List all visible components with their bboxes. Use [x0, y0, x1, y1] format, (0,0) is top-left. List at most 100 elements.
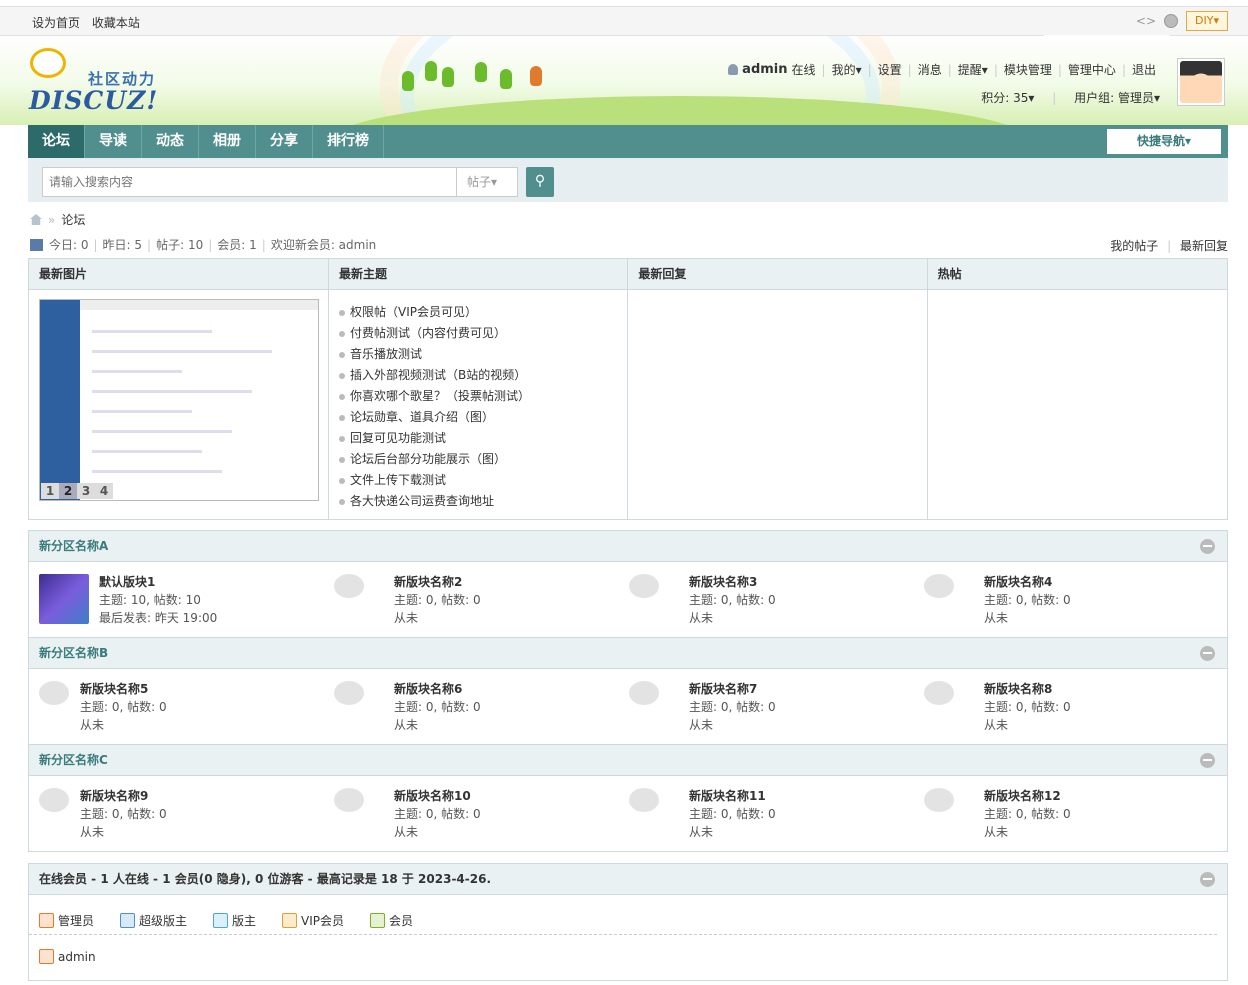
forum-name[interactable]: 新版块名称11 — [689, 787, 914, 805]
forum-name[interactable]: 新版块名称9 — [80, 787, 324, 805]
pager-1[interactable]: 1 — [41, 483, 59, 499]
nav-forum[interactable]: 论坛 — [28, 125, 85, 158]
diy-button[interactable]: DIY▾ — [1186, 11, 1228, 31]
nav-feed[interactable]: 动态 — [142, 125, 199, 158]
category-name[interactable]: 新分区名称A — [39, 539, 108, 553]
username-link[interactable]: admin — [742, 62, 787, 77]
my-menu[interactable]: 我的▾ — [832, 61, 862, 78]
forum-item[interactable]: 新版块名称6 主题: 0, 帖数: 0 从未 — [324, 669, 619, 744]
forum-item[interactable]: 新版块名称7 主题: 0, 帖数: 0 从未 — [619, 669, 914, 744]
forum-item[interactable]: 新版块名称3 主题: 0, 帖数: 0 从未 — [619, 562, 914, 637]
search-button[interactable]: ⚲ — [526, 167, 554, 197]
topic-link[interactable]: 论坛勋章、道具介绍（图） — [339, 407, 627, 428]
forum-last-post: 从未 — [394, 718, 419, 732]
logo-brand[interactable]: DISCUZ! — [29, 86, 158, 115]
topic-link[interactable]: 付费帖测试（内容付费可见） — [339, 323, 627, 344]
avatar[interactable] — [1177, 58, 1225, 106]
search-input[interactable] — [42, 167, 456, 197]
quick-nav-button[interactable]: 快捷导航▾ — [1107, 129, 1221, 154]
forum-name[interactable]: 默认版块1 — [99, 573, 324, 591]
latest-replies-link[interactable]: 最新回复 — [1180, 239, 1228, 253]
online-title[interactable]: 在线会员 - 1 人在线 - 1 会员(0 隐身), 0 位游客 - 最高记录是… — [29, 864, 1227, 895]
forum-last-post: 从未 — [689, 825, 714, 839]
nav-guide[interactable]: 导读 — [85, 125, 142, 158]
forum-name[interactable]: 新版块名称2 — [394, 573, 619, 591]
topic-link[interactable]: 论坛后台部分功能展示（图） — [339, 449, 627, 470]
forum-item[interactable]: 默认版块1 主题: 10, 帖数: 10 最后发表: 昨天 19:00 — [29, 562, 324, 637]
forum-item[interactable]: 新版块名称9 主题: 0, 帖数: 0 从未 — [29, 776, 324, 851]
breadcrumb-current[interactable]: 论坛 — [61, 211, 85, 228]
home-icon[interactable] — [30, 214, 42, 225]
online-user[interactable]: admin — [58, 950, 96, 964]
thumb-line — [92, 350, 272, 353]
category-b: 新分区名称B 新版块名称5 主题: 0, 帖数: 0 从未 新版块名称6 主题:… — [28, 637, 1228, 745]
stat-newest-member[interactable]: 欢迎新会员: admin — [271, 236, 376, 253]
settings-link[interactable]: 设置 — [878, 61, 902, 78]
collapse-icon[interactable] — [1200, 872, 1215, 887]
category-name[interactable]: 新分区名称C — [39, 753, 108, 767]
portal-boxes: 最新图片 1 2 3 4 最新主题 权限帖（VIP会员可见） 付费帖测试（内容付… — [28, 258, 1228, 520]
my-posts-link[interactable]: 我的帖子 — [1110, 239, 1158, 253]
palette-icon[interactable] — [1164, 14, 1179, 28]
pager-3[interactable]: 3 — [77, 483, 95, 499]
forum-row: 默认版块1 主题: 10, 帖数: 10 最后发表: 昨天 19:00 新版块名… — [29, 562, 1227, 637]
topic-link[interactable]: 权限帖（VIP会员可见） — [339, 302, 627, 323]
collapse-icon[interactable] — [1200, 753, 1215, 768]
forum-name[interactable]: 新版块名称8 — [984, 680, 1209, 698]
search-type-select[interactable]: 帖子▾ — [456, 167, 518, 197]
module-admin-link[interactable]: 模块管理 — [1004, 61, 1052, 78]
tree-icon — [425, 61, 437, 81]
messages-link[interactable]: 消息 — [918, 61, 942, 78]
topic-link[interactable]: 文件上传下载测试 — [339, 470, 627, 491]
topic-link[interactable]: 插入外部视频测试（B站的视频） — [339, 365, 627, 386]
topic-link[interactable]: 音乐播放测试 — [339, 344, 627, 365]
admin-badge-icon — [39, 949, 54, 964]
nav-ranking[interactable]: 排行榜 — [313, 125, 384, 158]
image-slideshow[interactable]: 1 2 3 4 — [39, 299, 319, 501]
nav-share[interactable]: 分享 — [256, 125, 313, 158]
forum-name[interactable]: 新版块名称10 — [394, 787, 619, 805]
category-a: 新分区名称A 默认版块1 主题: 10, 帖数: 10 最后发表: 昨天 19:… — [28, 530, 1228, 638]
forum-bubble-icon — [924, 681, 954, 705]
legend-label: 会员 — [389, 914, 414, 928]
code-icon[interactable]: <> — [1136, 14, 1156, 28]
topic-link[interactable]: 回复可见功能测试 — [339, 428, 627, 449]
collapse-icon[interactable] — [1200, 539, 1215, 554]
forum-item[interactable]: 新版块名称2 主题: 0, 帖数: 0 从未 — [324, 562, 619, 637]
set-home-link[interactable]: 设为首页 — [32, 16, 80, 30]
forum-name[interactable]: 新版块名称7 — [689, 680, 914, 698]
topic-link[interactable]: 你喜欢哪个歌星？（投票帖测试） — [339, 386, 627, 407]
collapse-icon[interactable] — [1200, 646, 1215, 661]
nav-album[interactable]: 相册 — [199, 125, 256, 158]
category-title[interactable]: 新分区名称C — [29, 745, 1227, 776]
forum-name[interactable]: 新版块名称4 — [984, 573, 1209, 591]
forum-item[interactable]: 新版块名称12 主题: 0, 帖数: 0 从未 — [914, 776, 1209, 851]
forum-last-post: 从未 — [394, 611, 419, 625]
forum-name[interactable]: 新版块名称12 — [984, 787, 1209, 805]
forum-item[interactable]: 新版块名称11 主题: 0, 帖数: 0 从未 — [619, 776, 914, 851]
topic-link[interactable]: 各大快递公司运费查询地址 — [339, 491, 627, 512]
logout-link[interactable]: 退出 — [1132, 61, 1156, 78]
user-group-menu[interactable]: 用户组: 管理员▾ — [1074, 91, 1160, 105]
bookmark-link[interactable]: 收藏本站 — [92, 16, 140, 30]
member-group-legend: 管理员 超级版主 版主 VIP会员 会员 — [29, 895, 1217, 935]
admin-center-link[interactable]: 管理中心 — [1068, 61, 1116, 78]
pager-2[interactable]: 2 — [59, 483, 77, 499]
separator: | — [821, 62, 826, 77]
pager-4[interactable]: 4 — [95, 483, 113, 499]
forum-last-post[interactable]: 最后发表: 昨天 19:00 — [99, 609, 324, 627]
category-name[interactable]: 新分区名称B — [39, 646, 108, 660]
forum-item[interactable]: 新版块名称8 主题: 0, 帖数: 0 从未 — [914, 669, 1209, 744]
forum-name[interactable]: 新版块名称5 — [80, 680, 324, 698]
thumb-line — [92, 470, 222, 473]
forum-image-icon[interactable] — [39, 574, 89, 624]
category-title[interactable]: 新分区名称B — [29, 638, 1227, 669]
forum-item[interactable]: 新版块名称4 主题: 0, 帖数: 0 从未 — [914, 562, 1209, 637]
notifications-menu[interactable]: 提醒▾ — [958, 61, 988, 78]
category-title[interactable]: 新分区名称A — [29, 531, 1227, 562]
forum-name[interactable]: 新版块名称6 — [394, 680, 619, 698]
forum-name[interactable]: 新版块名称3 — [689, 573, 914, 591]
forum-item[interactable]: 新版块名称10 主题: 0, 帖数: 0 从未 — [324, 776, 619, 851]
forum-item[interactable]: 新版块名称5 主题: 0, 帖数: 0 从未 — [29, 669, 324, 744]
credits-menu[interactable]: 积分: 35▾ — [981, 91, 1034, 105]
